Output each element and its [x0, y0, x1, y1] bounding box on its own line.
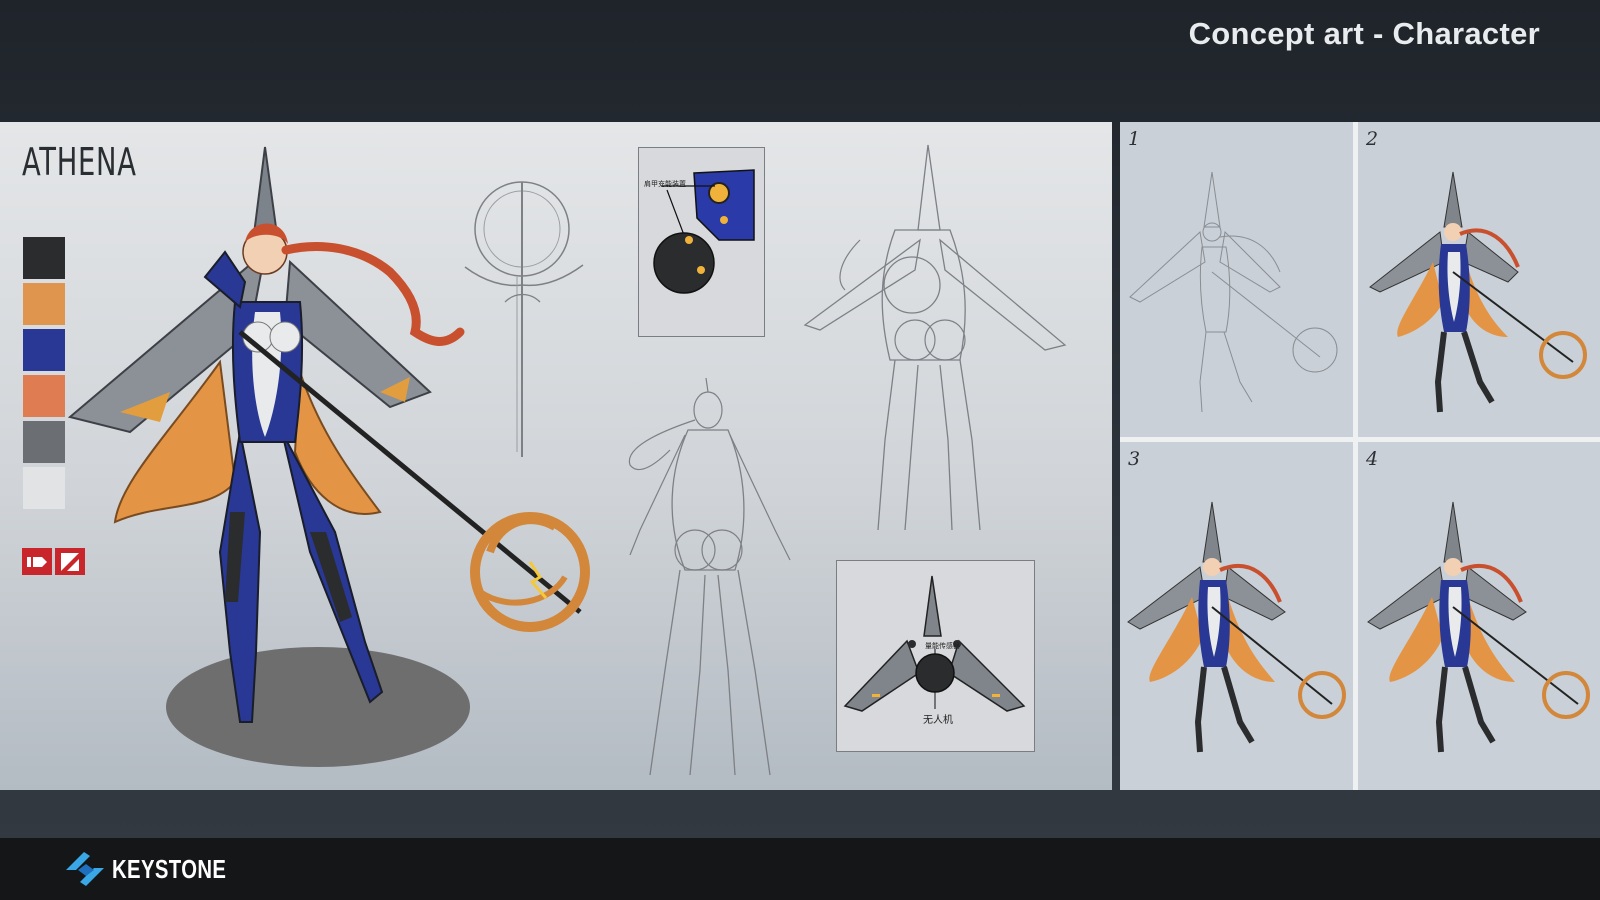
stage-3-color-art: [1127, 501, 1346, 753]
progression-panel: 1 2 3 4: [1120, 122, 1600, 790]
palette-swatch-6: [23, 467, 65, 509]
stage-4: 4: [1358, 442, 1600, 790]
back-view-wings-sketch: [803, 144, 1067, 531]
stage-2-color-art: [1369, 171, 1587, 413]
back-view-sketch: [628, 377, 791, 776]
shoulder-detail-callout: 肩甲充能装置: [638, 147, 765, 337]
drone-bottom-note: 无人机: [923, 715, 953, 726]
stage-1-sketch: [1129, 171, 1338, 413]
staff-sketch: [464, 181, 584, 457]
brand-logo: KEYSTONE: [64, 850, 259, 888]
palette-swatch-5: [23, 421, 65, 463]
footer-bar: KEYSTONE: [0, 838, 1600, 900]
keystone-logo-icon: [66, 852, 104, 886]
shoulder-detail-illustration: [653, 169, 755, 294]
video-tag-icon: [22, 548, 52, 575]
stage-3: 3: [1120, 442, 1353, 790]
brand-name: KEYSTONE: [112, 853, 227, 884]
palette-swatch-4: [23, 375, 65, 417]
drone-top-note: 量能传感器: [925, 642, 960, 650]
palette-swatch-2: [23, 283, 65, 325]
page-title: Concept art - Character: [1188, 16, 1540, 51]
character-sheet-panel: ATHENA 肩甲充能装置 量能传感器 无人机: [0, 122, 1112, 790]
shoulder-callout-note: 肩甲充能装置: [644, 180, 686, 188]
stage-2: 2: [1358, 122, 1600, 437]
palette-swatch-1: [23, 237, 65, 279]
stage-4-color-art: [1367, 501, 1590, 753]
drone-detail-callout: 量能传感器 无人机: [836, 560, 1035, 752]
palette-swatch-3: [23, 329, 65, 371]
stage-1: 1: [1120, 122, 1353, 437]
